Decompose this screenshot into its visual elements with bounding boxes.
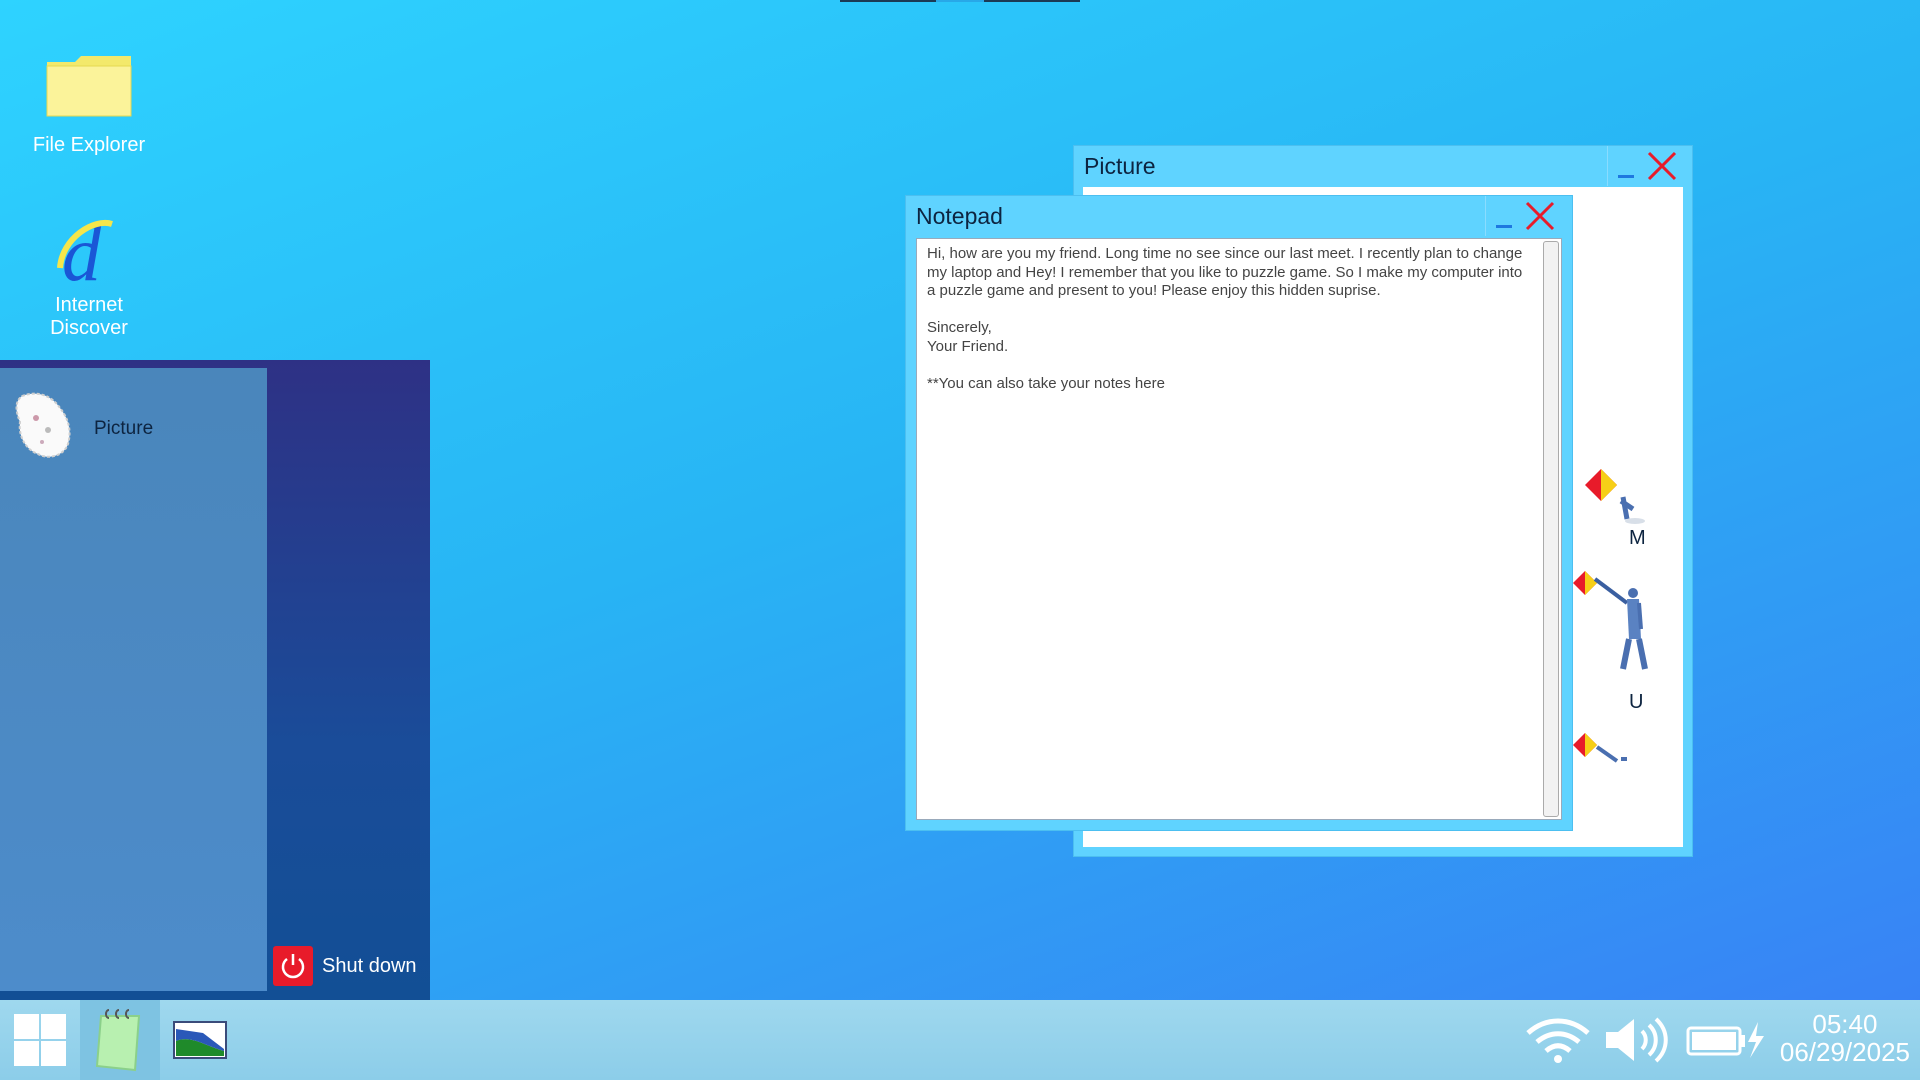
semaphore-flag-icon — [1573, 733, 1627, 763]
picture-app-icon — [15, 392, 71, 458]
minimize-icon — [1496, 225, 1512, 228]
desktop-icon-label: Internet Discover — [50, 294, 128, 339]
notepad-content[interactable]: Hi, how are you my friend. Long time no … — [927, 245, 1527, 393]
image-viewer-icon — [173, 1021, 227, 1059]
start-menu: Picture Shut down — [0, 360, 430, 1000]
desktop-icon-internet-discover[interactable]: d Internet Discover — [14, 208, 164, 340]
notepad-text-area[interactable]: Hi, how are you my friend. Long time no … — [916, 238, 1562, 820]
notepad-icon — [95, 1009, 141, 1072]
clock-date: 06/29/2025 — [1779, 1037, 1910, 1067]
start-menu-item-picture[interactable]: Picture — [0, 382, 267, 472]
power-icon — [273, 946, 313, 986]
minimize-button[interactable] — [1485, 196, 1520, 236]
folder-icon — [46, 56, 132, 117]
battery-charging-icon[interactable] — [1686, 1020, 1766, 1060]
minimize-button[interactable] — [1607, 146, 1642, 186]
flag-letter-label: U — [1629, 691, 1644, 713]
taskbar: 05:40 06/29/2025 — [0, 1000, 1920, 1080]
close-button[interactable] — [1520, 196, 1560, 236]
shutdown-label: Shut down — [322, 954, 417, 977]
internet-discover-icon: d — [57, 210, 113, 297]
window-title: Picture — [1084, 153, 1156, 179]
window-title: Notepad — [916, 203, 1003, 229]
top-edge-line — [840, 0, 1080, 2]
picture-window-titlebar[interactable]: Picture — [1074, 146, 1692, 186]
taskbar-clock[interactable]: 05:40 06/29/2025 — [1780, 1010, 1910, 1066]
start-menu-item-label: Picture — [94, 418, 154, 439]
desktop-icon-file-explorer[interactable]: File Explorer — [14, 52, 164, 157]
clock-time: 05:40 — [1812, 1009, 1878, 1039]
minimize-icon — [1618, 175, 1634, 178]
semaphore-figure-u-icon — [1573, 571, 1648, 670]
flag-letter-label: M — [1629, 527, 1646, 549]
notepad-window: Notepad Hi, how are you my friend. Long … — [906, 196, 1572, 830]
wifi-icon[interactable] — [1524, 1015, 1592, 1065]
notepad-scrollbar[interactable] — [1543, 241, 1559, 817]
close-icon — [1525, 201, 1555, 231]
start-menu-app-list: Picture — [0, 368, 267, 991]
shutdown-button[interactable]: Shut down — [273, 945, 417, 987]
taskbar-picture-button[interactable] — [160, 1000, 240, 1080]
desktop-icon-label: File Explorer — [32, 134, 146, 156]
close-icon — [1647, 151, 1677, 181]
start-button[interactable] — [0, 1000, 80, 1080]
semaphore-flag-m-icon — [1585, 469, 1645, 524]
volume-icon[interactable] — [1604, 1015, 1670, 1065]
taskbar-notepad-button[interactable] — [80, 1000, 160, 1080]
notepad-window-titlebar[interactable]: Notepad — [906, 196, 1572, 236]
close-button[interactable] — [1642, 146, 1682, 186]
windows-logo-icon — [14, 1014, 66, 1066]
system-tray — [1524, 1000, 1766, 1080]
